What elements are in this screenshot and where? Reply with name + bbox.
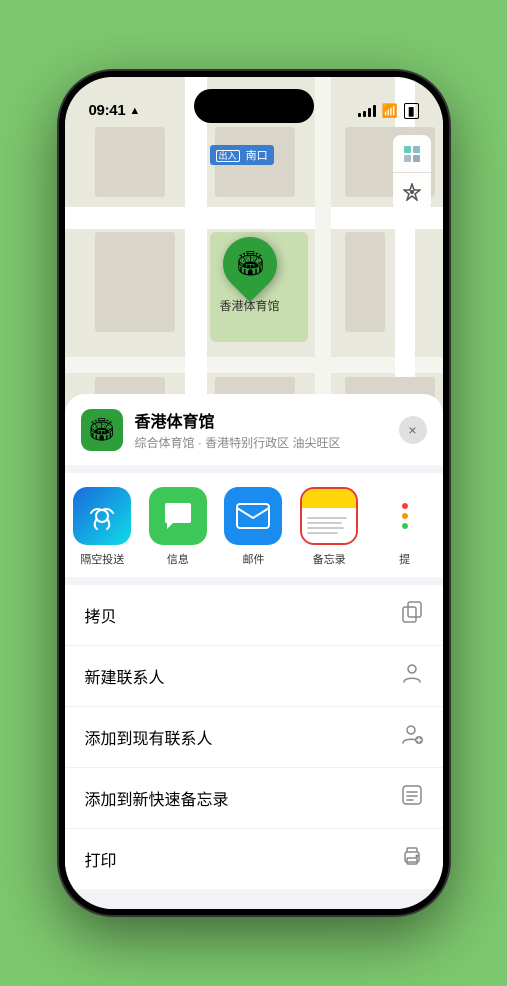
print-icon [401,845,423,873]
airdrop-label: 隔空投送 [80,551,124,567]
add-existing-label: 添加到现有联系人 [85,725,213,749]
phone-screen: 09:41 ▲ 📶 ▮ [65,77,443,909]
more-dot-green [402,523,408,529]
bottom-sheet: 🏟 香港体育馆 综合体育馆 · 香港特别行政区 油尖旺区 × [65,394,443,909]
location-arrow-icon: ▲ [129,105,140,117]
venue-name: 香港体育馆 [135,408,387,432]
more-icon [376,487,434,545]
venue-pin[interactable]: 🏟 香港体育馆 [220,237,280,314]
person-add-icon [401,723,423,751]
battery-icon: ▮ [404,103,419,119]
action-new-contact[interactable]: 新建联系人 [65,646,443,707]
dynamic-island [194,89,314,123]
entrance-badge: 出入 [216,150,240,162]
app-item-notes[interactable]: 备忘录 [291,487,367,567]
copy-icon [401,601,423,629]
location-button[interactable] [393,173,431,211]
venue-subtitle: 综合体育馆 · 香港特别行政区 油尖旺区 [135,434,387,451]
notes-label: 备忘录 [313,551,346,567]
status-icons: 📶 ▮ [358,103,419,119]
notes-icon [300,487,358,545]
action-add-existing[interactable]: 添加到现有联系人 [65,707,443,768]
app-item-messages[interactable]: 信息 [140,487,216,567]
map-controls [393,135,431,211]
venue-text: 香港体育馆 综合体育馆 · 香港特别行政区 油尖旺区 [135,408,387,451]
more-label: 提 [399,551,410,567]
notes-bottom [302,508,356,543]
person-icon [401,662,423,690]
pin-icon: 🏟 [234,250,264,279]
signal-icon [358,105,376,117]
mail-icon [224,487,282,545]
app-item-more[interactable]: 提 [367,487,443,567]
pin-circle: 🏟 [211,226,287,302]
action-print[interactable]: 打印 [65,829,443,889]
venue-info-bar: 🏟 香港体育馆 综合体育馆 · 香港特别行政区 油尖旺区 × [65,394,443,465]
airdrop-icon [73,487,131,545]
app-item-airdrop[interactable]: 隔空投送 [65,487,141,567]
map-entrance-label: 出入 南口 [210,145,274,165]
wifi-icon: 📶 [382,103,398,119]
mail-label: 邮件 [242,551,264,567]
app-item-mail[interactable]: 邮件 [216,487,292,567]
map-type-button[interactable] [393,135,431,173]
action-copy[interactable]: 拷贝 [65,585,443,646]
status-time: 09:41 [89,102,126,119]
more-dots [402,503,408,529]
more-dot-orange [402,513,408,519]
messages-label: 信息 [167,551,189,567]
messages-icon [149,487,207,545]
new-contact-label: 新建联系人 [85,664,165,688]
venue-avatar: 🏟 [81,409,123,451]
more-dot-red [402,503,408,509]
action-list: 拷贝 新建联系人 [65,585,443,889]
notes-action-icon [401,784,423,812]
add-notes-label: 添加到新快速备忘录 [85,786,229,810]
action-add-notes[interactable]: 添加到新快速备忘录 [65,768,443,829]
phone-frame: 09:41 ▲ 📶 ▮ [59,71,449,915]
apps-row: 隔空投送 信息 [65,473,443,577]
print-label: 打印 [85,847,117,871]
notes-top [302,489,356,508]
close-button[interactable]: × [399,416,427,444]
copy-label: 拷贝 [85,603,117,627]
